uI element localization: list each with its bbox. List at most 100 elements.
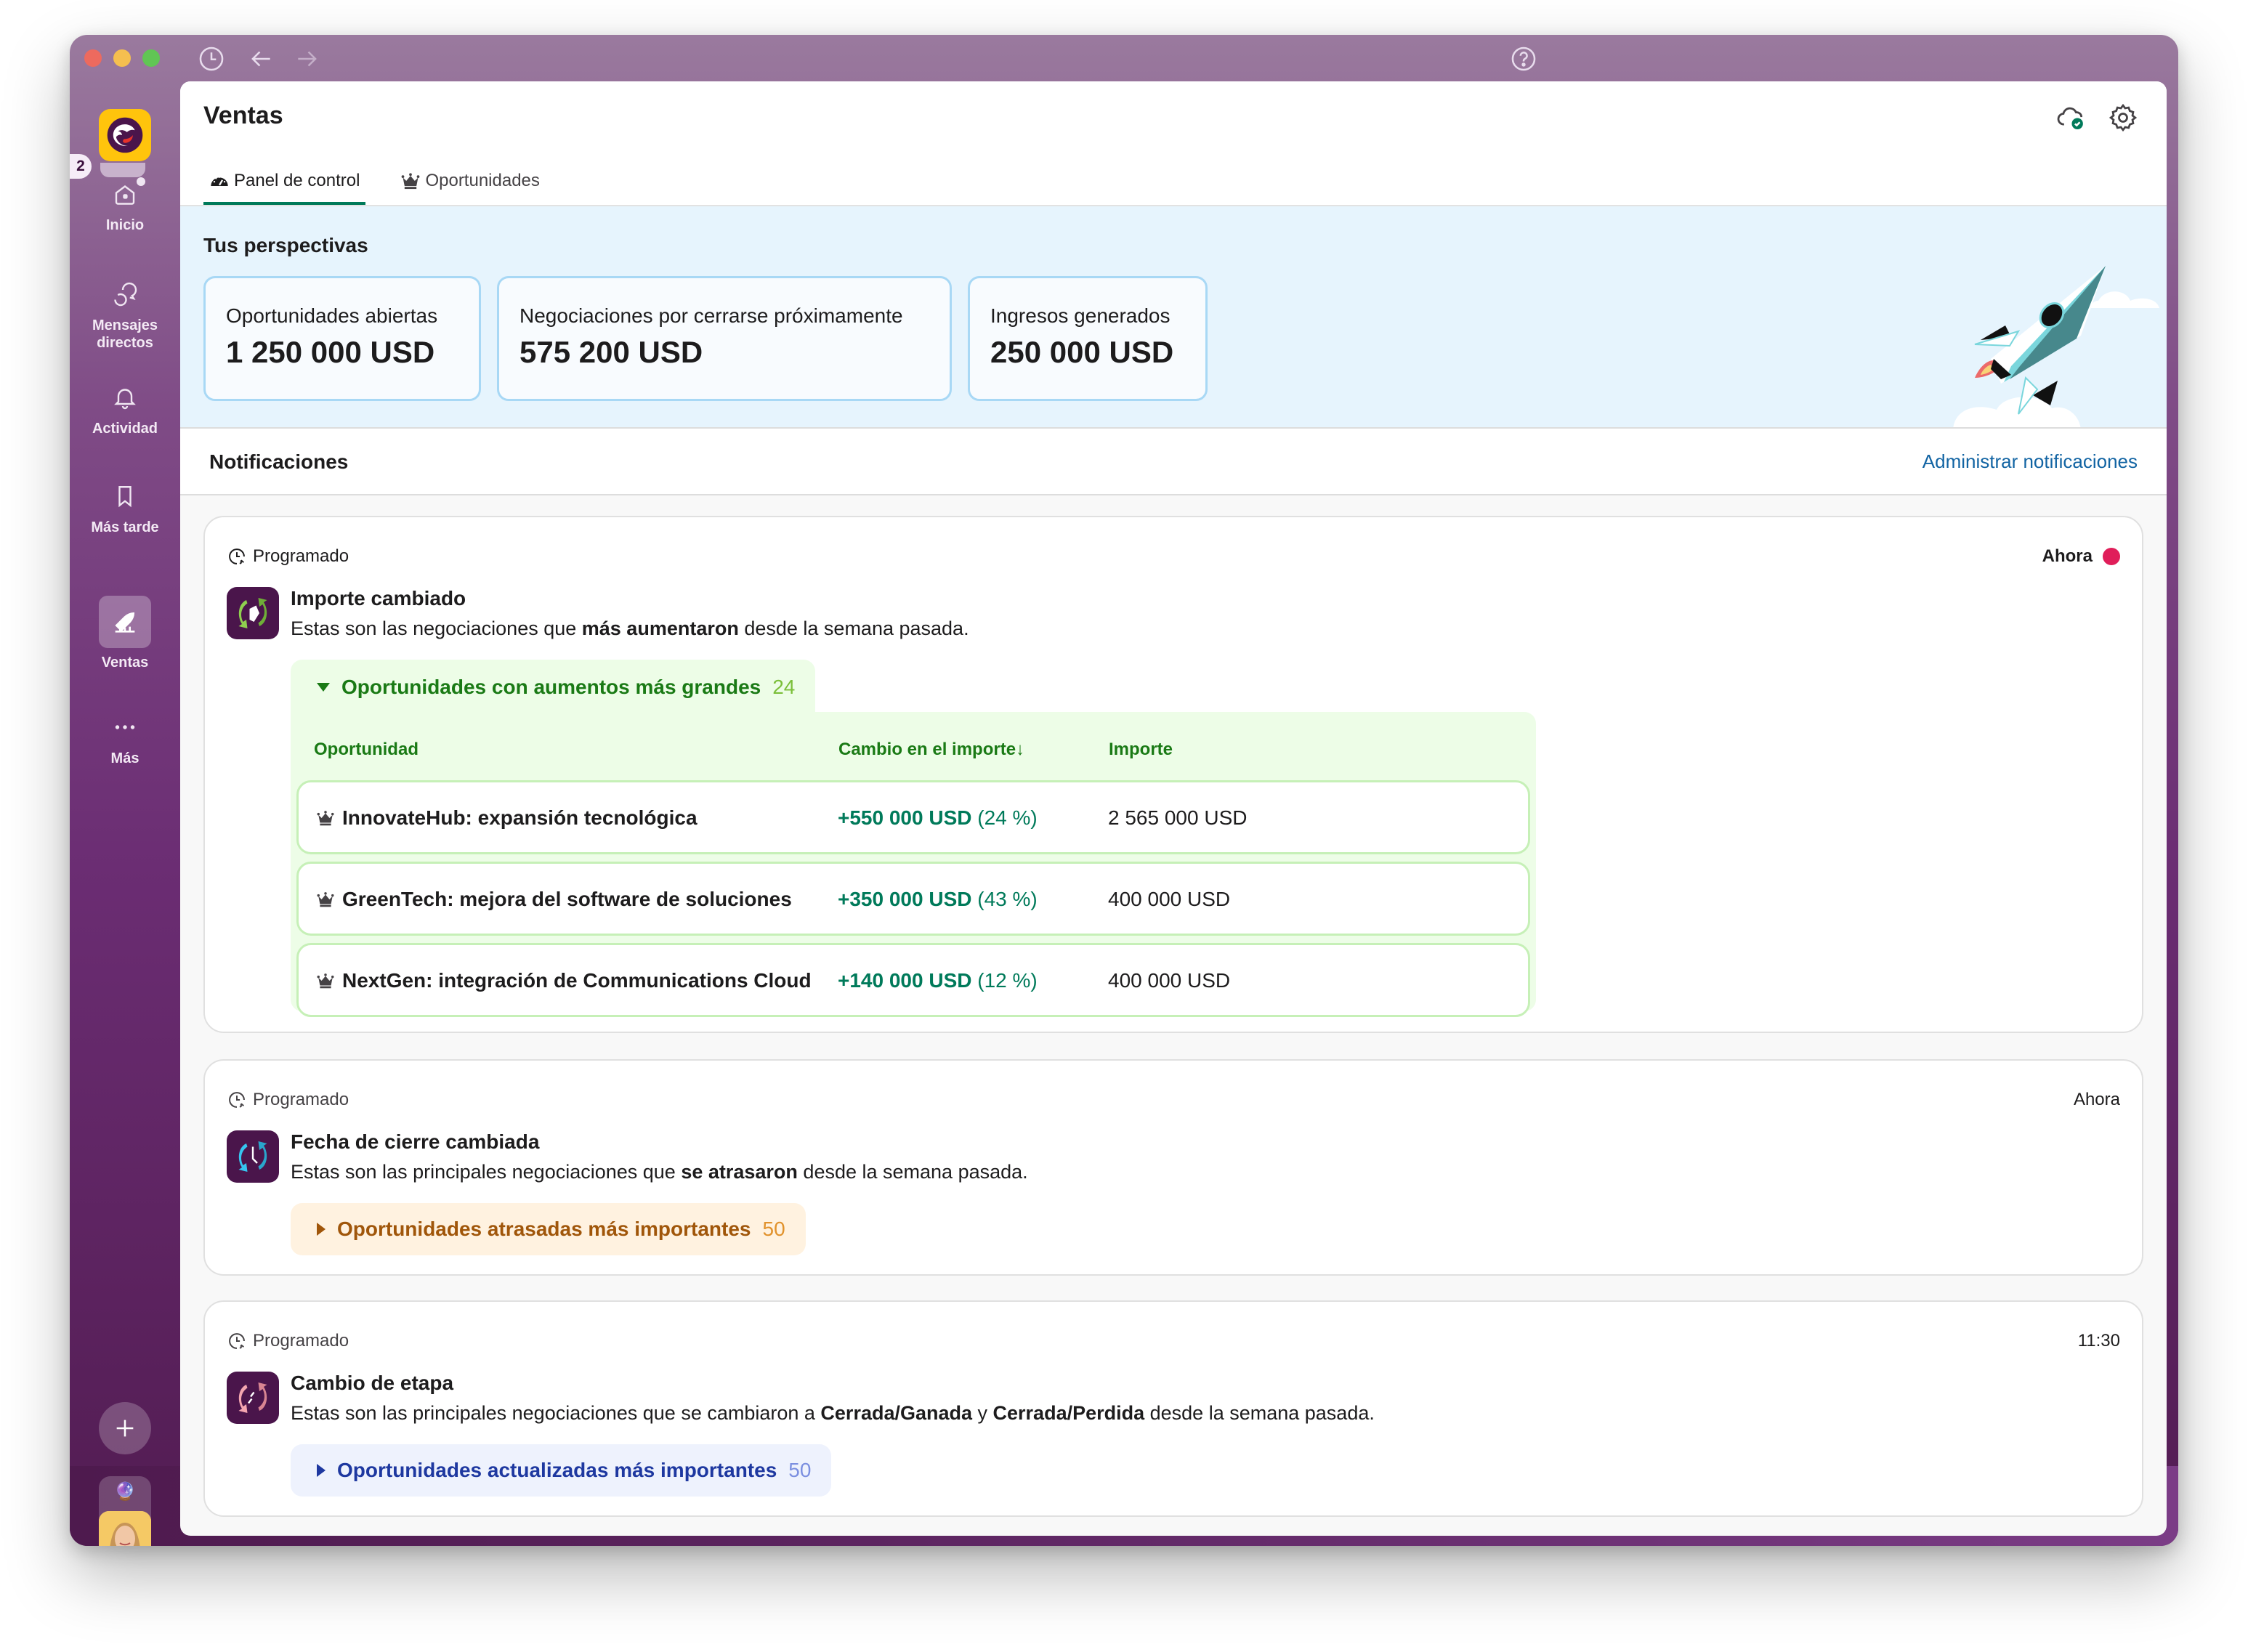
sidebar-item-mas[interactable]: Más xyxy=(70,710,180,767)
amount-change: +350 000 USD (43 %) xyxy=(838,888,1038,911)
bell-icon xyxy=(108,381,142,414)
notification-card-amount-changed: Programado Ahora Importe cambiado Estas … xyxy=(203,516,2143,1033)
kpi-card-closing-soon[interactable]: Negociaciones por cerrarse próximamente … xyxy=(497,276,952,401)
scheduled-clock-icon xyxy=(229,548,245,564)
maximize-window-button[interactable] xyxy=(142,49,160,67)
change-percent: (24 %) xyxy=(977,806,1038,829)
kpi-label: Negociaciones por cerrarse próximamente xyxy=(519,304,903,327)
column-header-amount-change[interactable]: Cambio en el importe↓ xyxy=(838,740,1024,760)
amount-value: 400 000 USD xyxy=(1108,969,1231,992)
notification-heading: Importe cambiado xyxy=(291,587,466,610)
change-value: +550 000 USD xyxy=(838,806,972,829)
group-label: Oportunidades atrasadas más importantes xyxy=(337,1218,751,1240)
insights-section: Tus perspectivas Oportunidades abiertas … xyxy=(180,206,2167,429)
crown-icon xyxy=(317,892,334,907)
unread-indicator xyxy=(2103,548,2120,565)
sidebar-item-label: Ventas xyxy=(101,655,149,671)
desc-text: Estas son las principales negociaciones … xyxy=(291,1402,821,1424)
opportunity-name[interactable]: InnovateHub: expansión tecnológica xyxy=(316,806,698,830)
amount-value: 2 565 000 USD xyxy=(1108,806,1248,829)
kpi-card-open-opportunities[interactable]: Oportunidades abiertas 1 250 000 USD xyxy=(203,276,481,401)
plus-icon xyxy=(116,1420,134,1437)
back-arrow-icon[interactable] xyxy=(247,45,275,73)
sidebar-item-inicio[interactable]: Inicio xyxy=(70,177,180,234)
table-row[interactable]: GreenTech: mejora del software de soluci… xyxy=(296,862,1530,936)
title-bar xyxy=(70,35,2178,81)
notifications-title: Notificaciones xyxy=(209,450,349,473)
unread-dot xyxy=(137,177,145,186)
history-icon[interactable] xyxy=(198,45,225,73)
amount-change: +140 000 USD (12 %) xyxy=(838,969,1038,992)
column-header-opportunity[interactable]: Oportunidad xyxy=(314,740,419,760)
more-icon xyxy=(108,710,142,744)
app-window: 2 Inicio Mensajes directos Actividad Más… xyxy=(70,35,2178,1546)
kpi-card-revenue[interactable]: Ingresos generados 250 000 USD xyxy=(968,276,1208,401)
scheduled-clock-icon xyxy=(229,1333,245,1349)
manage-notifications-link[interactable]: Administrar notificaciones xyxy=(1922,450,2138,473)
notification-description: Estas son las negociaciones que más aume… xyxy=(291,618,969,640)
tab-panel-de-control[interactable]: Panel de control xyxy=(203,163,366,205)
group-toggle-largest-increases[interactable]: Oportunidades con aumentos más grandes 2… xyxy=(291,660,816,715)
table-row[interactable]: NextGen: integración de Communications C… xyxy=(296,943,1530,1017)
group-toggle-delayed[interactable]: Oportunidades atrasadas más importantes … xyxy=(291,1203,806,1255)
workspace-logo[interactable] xyxy=(99,109,151,161)
scheduled-label: Programado xyxy=(227,546,349,567)
crown-icon xyxy=(317,973,334,989)
group-count: 50 xyxy=(762,1218,785,1240)
amount-changed-app-icon xyxy=(227,587,279,639)
kpi-value: 575 200 USD xyxy=(519,335,703,369)
change-percent: (12 %) xyxy=(977,969,1038,992)
opportunity-name-text: InnovateHub: expansión tecnológica xyxy=(342,806,698,829)
direct-messages-icon xyxy=(108,278,142,311)
gear-icon[interactable] xyxy=(2107,102,2139,134)
add-button[interactable] xyxy=(99,1402,151,1454)
workspace-stack xyxy=(100,163,145,177)
tab-bar: Panel de control Oportunidades xyxy=(203,163,546,206)
change-value: +140 000 USD xyxy=(838,969,972,992)
crown-icon xyxy=(402,173,420,190)
sidebar-item-actividad[interactable]: Actividad xyxy=(70,381,180,437)
sidebar-item-mas-tarde[interactable]: Más tarde xyxy=(70,479,180,536)
avatar[interactable] xyxy=(99,1511,151,1546)
user-profile[interactable]: 🔮 xyxy=(99,1476,151,1546)
group-count: 24 xyxy=(772,676,796,698)
sidebar-item-label: Mensajes directos xyxy=(92,317,158,351)
caret-down-icon xyxy=(317,683,330,692)
desc-text: desde la semana pasada. xyxy=(1144,1402,1375,1424)
close-window-button[interactable] xyxy=(84,49,102,67)
opportunity-name-text: NextGen: integración de Communications C… xyxy=(342,969,812,992)
cloud-sync-check-icon[interactable] xyxy=(2055,102,2087,134)
notification-heading: Cambio de etapa xyxy=(291,1372,454,1394)
opportunity-name[interactable]: GreenTech: mejora del software de soluci… xyxy=(316,888,792,911)
page-title: Ventas xyxy=(203,102,283,129)
tab-oportunidades[interactable]: Oportunidades xyxy=(395,163,545,199)
column-header-amount[interactable]: Importe xyxy=(1109,740,1173,760)
scheduled-clock-icon xyxy=(229,1092,245,1108)
change-value: +350 000 USD xyxy=(838,888,972,910)
help-icon[interactable] xyxy=(1510,45,1537,73)
minimize-window-button[interactable] xyxy=(113,49,131,67)
opportunity-name[interactable]: NextGen: integración de Communications C… xyxy=(316,969,812,992)
close-date-app-icon xyxy=(227,1130,279,1183)
scheduled-text: Programado xyxy=(253,546,349,566)
amount-value: 400 000 USD xyxy=(1108,888,1231,910)
forward-arrow-icon[interactable] xyxy=(294,45,321,73)
desc-emphasis: más aumentaron xyxy=(581,618,739,639)
scheduled-label: Programado xyxy=(227,1331,349,1351)
notification-card-close-date-changed: Programado Ahora Fecha de cierre cambiad… xyxy=(203,1059,2143,1276)
rocket-illustration xyxy=(1953,266,2159,427)
notification-time: 11:30 xyxy=(2078,1331,2120,1351)
desc-text: y xyxy=(972,1402,993,1424)
desc-emphasis: Cerrada/Perdida xyxy=(992,1402,1145,1424)
dashboard-gauge-icon xyxy=(211,176,228,186)
kpi-label: Oportunidades abiertas xyxy=(226,304,438,327)
rocket-chart-icon xyxy=(99,596,151,648)
notification-description: Estas son las principales negociaciones … xyxy=(291,1161,1028,1183)
table-row[interactable]: InnovateHub: expansión tecnológica +550 … xyxy=(296,780,1530,854)
sidebar-item-ventas[interactable]: Ventas xyxy=(70,596,180,671)
notification-time: Ahora xyxy=(2074,1090,2120,1110)
group-toggle-updated[interactable]: Oportunidades actualizadas más important… xyxy=(291,1444,832,1497)
kpi-value: 1 250 000 USD xyxy=(226,335,435,369)
sidebar-item-mensajes-directos[interactable]: Mensajes directos xyxy=(70,278,180,352)
amount-change: +550 000 USD (24 %) xyxy=(838,806,1038,830)
